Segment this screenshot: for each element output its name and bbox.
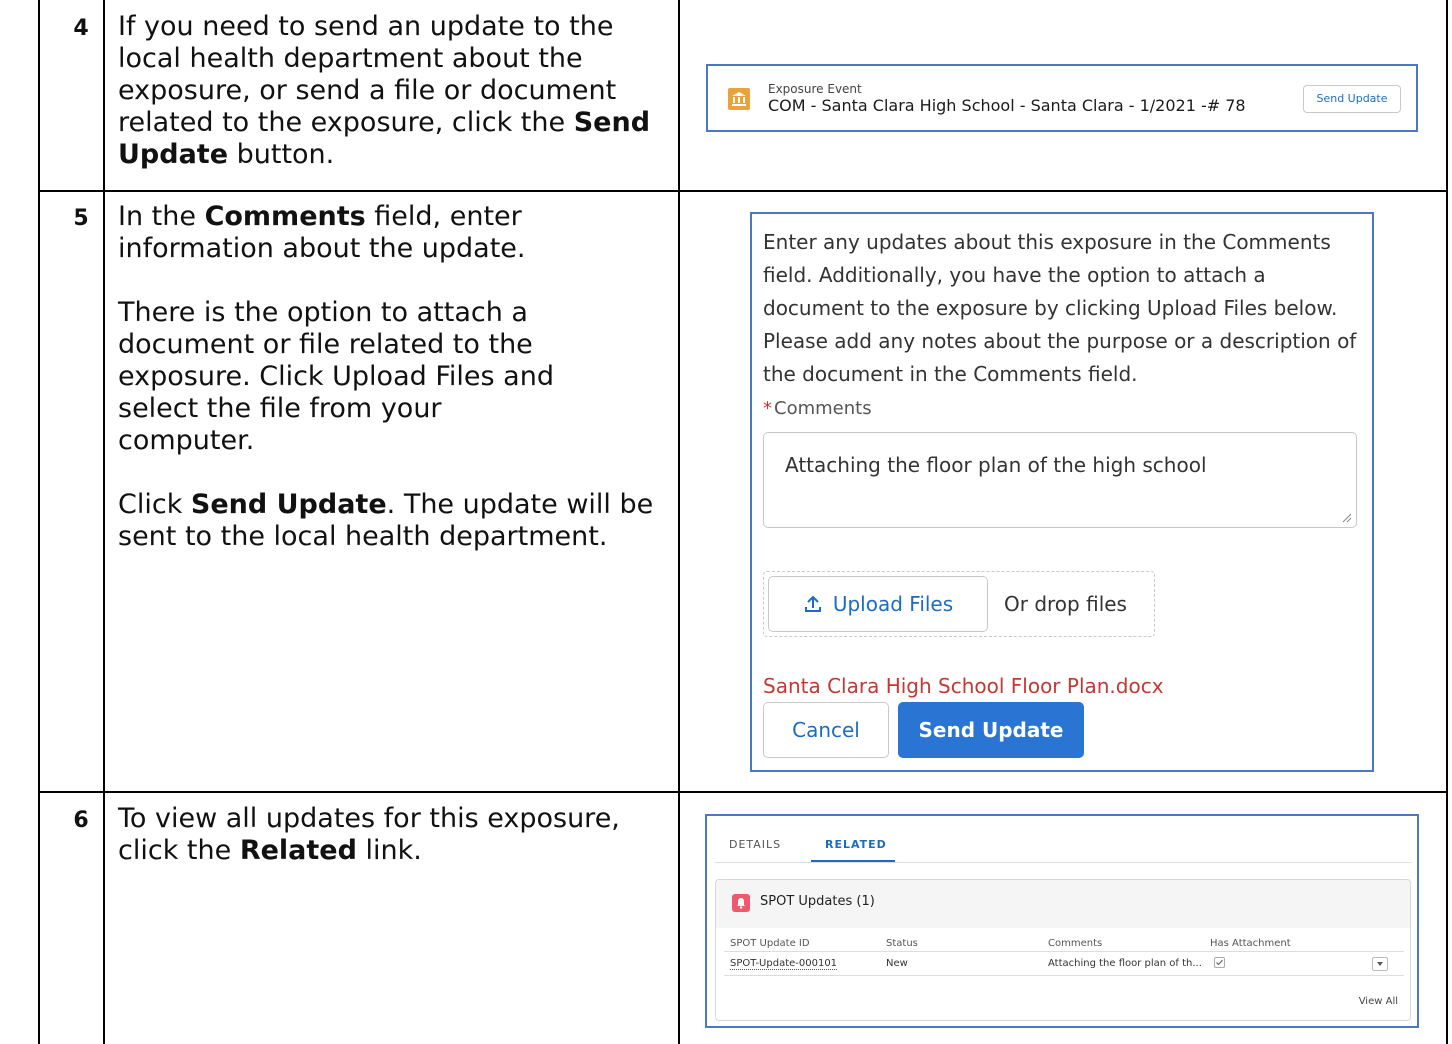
table-border-left (38, 0, 40, 1044)
comments-label-text: Comments (774, 398, 872, 419)
record-title: COM - Santa Clara High School - Santa Cl… (768, 96, 1246, 115)
column-header: Has Attachment (1210, 938, 1291, 949)
upload-files-label: Upload Files (832, 592, 954, 616)
send-update-form: Enter any updates about this exposure in… (750, 212, 1374, 772)
spot-update-id-link[interactable]: SPOT-Update-000101 (730, 958, 838, 970)
step-text-bold: Related (239, 835, 357, 866)
step-text-bold: Send Update (190, 489, 387, 520)
cancel-button[interactable]: Cancel (763, 702, 889, 758)
comments-label: * Comments (763, 398, 872, 419)
related-view: DETAILS RELATED SPOT Updates (1) SPOT Up… (705, 814, 1419, 1028)
step-text: There is the option to attach a document… (118, 297, 554, 456)
comments-value: Attaching the floor plan of the high sch… (785, 453, 1207, 477)
tab-related[interactable]: RELATED (825, 838, 887, 851)
upload-icon (804, 595, 821, 612)
bell-icon (732, 894, 750, 912)
required-marker: * (763, 398, 772, 419)
table-border-right (1446, 0, 1448, 1044)
object-type-label: Exposure Event (768, 82, 862, 96)
step-6-instruction: To view all updates for this exposure, c… (118, 803, 663, 867)
table-header-divider (724, 951, 1404, 952)
step-5-instruction: In the Comments field, enter information… (118, 201, 673, 553)
card-title[interactable]: SPOT Updates (1) (760, 894, 875, 909)
table-row-divider-1 (38, 190, 1448, 192)
view-all-link[interactable]: View All (1359, 996, 1398, 1007)
check-icon (1216, 959, 1223, 966)
spot-updates-card: SPOT Updates (1) SPOT Update ID Status C… (715, 879, 1411, 1021)
table-column-divider-1 (103, 0, 105, 1044)
comments-textarea[interactable]: Attaching the floor plan of the high sch… (763, 432, 1357, 528)
card-header: SPOT Updates (1) (716, 880, 1410, 928)
attached-file-name: Santa Clara High School Floor Plan.docx (763, 674, 1164, 698)
step-text-bold: Comments (204, 201, 366, 232)
resize-handle-icon[interactable] (1340, 511, 1352, 523)
upload-files-button[interactable]: Upload Files (768, 576, 988, 632)
tab-divider (715, 862, 1411, 863)
institution-icon (728, 88, 750, 110)
table-row-divider-2 (38, 791, 1448, 793)
column-header: SPOT Update ID (730, 938, 810, 949)
step-text: In the (118, 201, 205, 232)
step-4-instruction: If you need to send an update to the loc… (118, 11, 673, 171)
table-column-divider-2 (678, 0, 680, 1044)
step-text: link. (356, 835, 422, 866)
has-attachment-checkbox (1214, 957, 1225, 968)
exposure-event-header: Exposure Event COM - Santa Clara High Sc… (706, 64, 1418, 132)
row-actions-button[interactable] (1372, 957, 1388, 971)
step-text: Click (118, 489, 191, 520)
step-number: 4 (73, 16, 89, 41)
send-update-button[interactable]: Send Update (1303, 85, 1401, 113)
file-drop-zone[interactable]: Upload Files Or drop files (763, 571, 1155, 637)
step-text: button. (228, 139, 335, 170)
step-number: 5 (73, 206, 89, 231)
tab-details[interactable]: DETAILS (729, 838, 781, 851)
table-row-divider (724, 975, 1404, 976)
form-instructions: Enter any updates about this exposure in… (763, 230, 1357, 386)
chevron-down-icon (1377, 962, 1383, 966)
send-update-submit-button[interactable]: Send Update (898, 702, 1084, 758)
step-number: 6 (73, 808, 89, 833)
status-cell: New (886, 958, 908, 969)
comments-cell: Attaching the floor plan of th... (1048, 958, 1202, 969)
column-header: Comments (1048, 938, 1103, 949)
step-text: If you need to send an update to the loc… (118, 11, 617, 138)
column-header: Status (886, 938, 918, 949)
drop-files-label: Or drop files (1004, 592, 1127, 616)
